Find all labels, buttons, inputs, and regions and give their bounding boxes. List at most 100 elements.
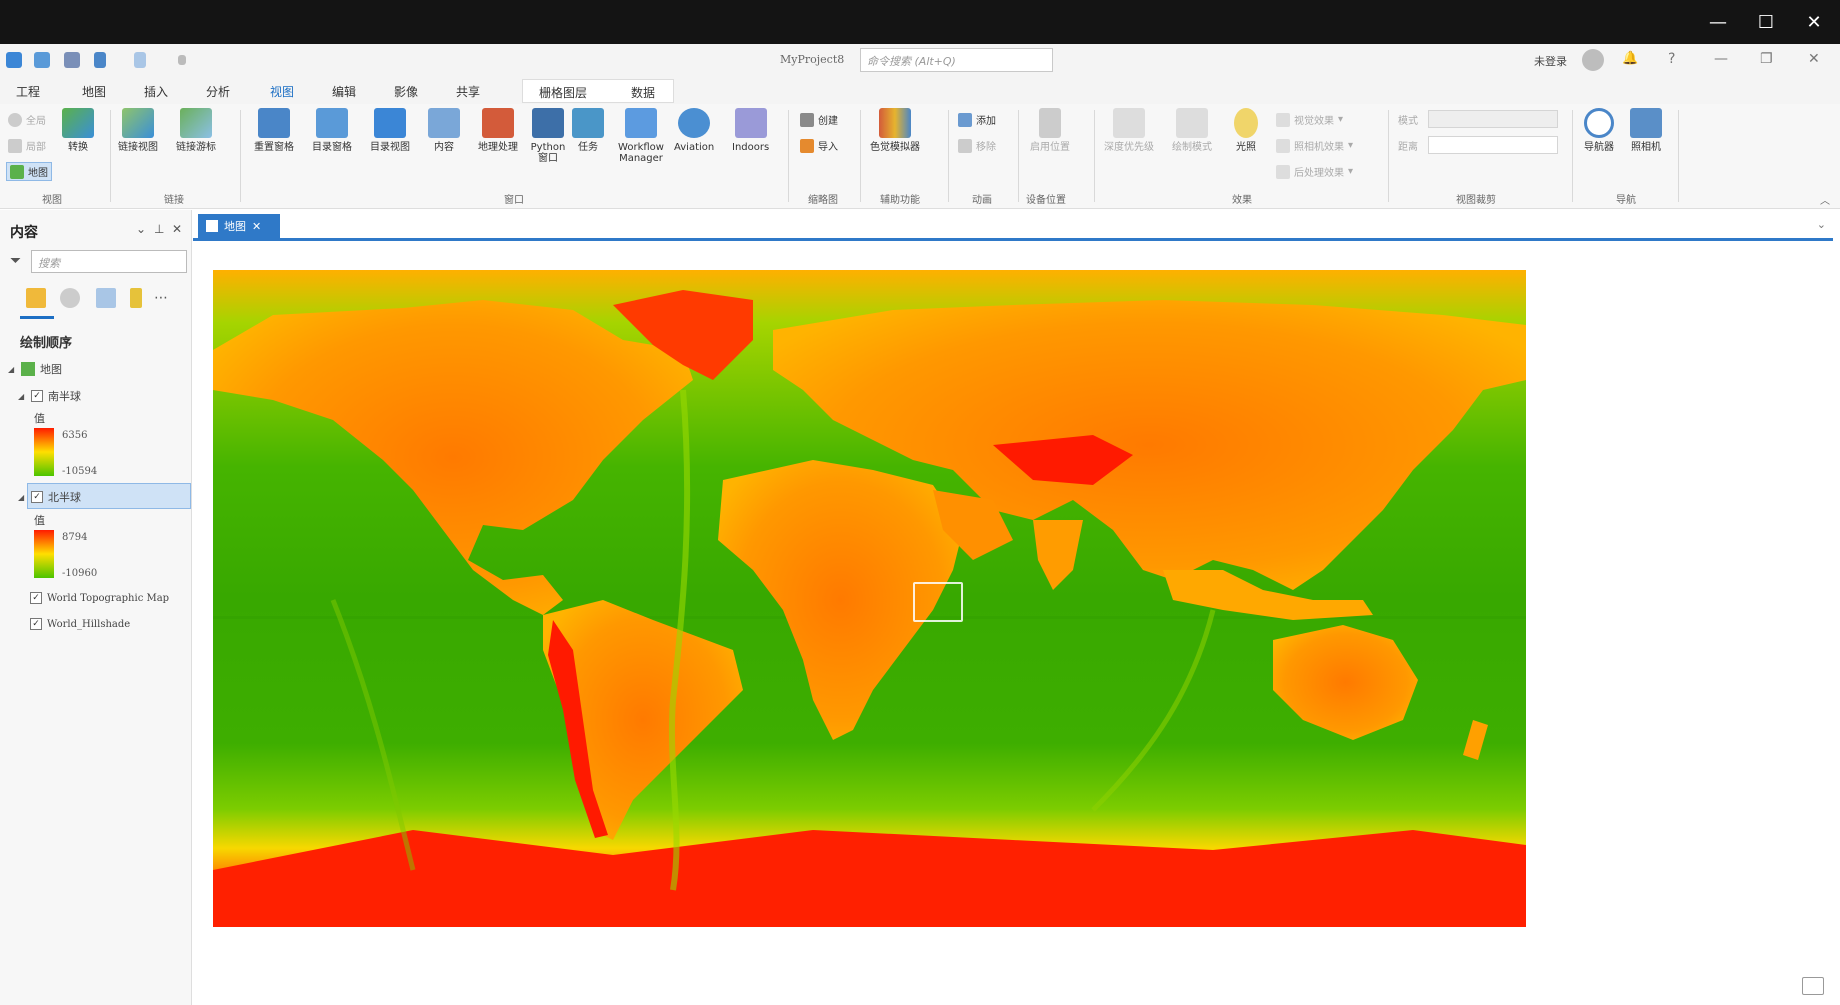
legend-value-label: 值 [34, 514, 45, 527]
expand-arrow-icon[interactable]: ◢ [8, 365, 16, 374]
thumbnail-create-button[interactable]: 创建 [800, 112, 838, 127]
notification-bell-icon[interactable]: 🔔 [1622, 51, 1638, 66]
pin-icon[interactable]: ⊥ [154, 222, 164, 236]
contents-search-input[interactable]: 搜索 [31, 250, 187, 273]
expand-arrow-icon[interactable]: ◢ [18, 493, 26, 502]
tab-map-view[interactable]: 地图 ✕ [198, 214, 280, 238]
tab-imagery[interactable]: 影像 [394, 83, 418, 100]
aviation-button[interactable]: Aviation [674, 108, 714, 153]
map-tools-icon[interactable] [1802, 977, 1824, 995]
tab-share[interactable]: 共享 [456, 83, 480, 100]
global-view-button[interactable]: 全局 [8, 112, 46, 127]
lighting-button[interactable]: 光照 [1234, 108, 1258, 153]
command-search-input[interactable]: 命令搜索 (Alt+Q) [860, 48, 1053, 72]
tab-project[interactable]: 工程 [16, 83, 40, 100]
new-project-icon[interactable] [6, 52, 22, 68]
contents-button[interactable]: 内容 [428, 108, 460, 153]
tab-map[interactable]: 地图 [82, 83, 106, 100]
post-process-effects-button[interactable]: 后处理效果 ▾ [1276, 164, 1353, 179]
camera-effects-button[interactable]: 照相机效果 ▾ [1276, 138, 1353, 153]
app-close-button[interactable]: ✕ [1808, 51, 1820, 67]
data-source-icon[interactable] [60, 288, 80, 308]
pane-close-icon[interactable]: ✕ [172, 222, 182, 236]
window-close-button[interactable]: ✕ [1790, 0, 1838, 44]
geoprocessing-button[interactable]: 地理处理 [478, 108, 518, 153]
layer-visibility-checkbox[interactable]: ✓ [31, 491, 43, 503]
tab-edit[interactable]: 编辑 [332, 83, 356, 100]
camera-button[interactable]: 照相机 [1630, 108, 1662, 153]
undo-icon[interactable] [94, 52, 106, 68]
create-icon [800, 112, 814, 127]
expand-arrow-icon[interactable]: ◢ [18, 392, 26, 401]
ribbon: 全局 局部 地图 转换 视图 链接视图 链接游标 链接 重置窗格 目录窗格 目录… [0, 104, 1840, 209]
layer-visibility-checkbox[interactable]: ✓ [30, 618, 42, 630]
convert-icon [62, 108, 94, 138]
user-name[interactable]: 未登录 [1534, 53, 1567, 69]
animation-remove-button[interactable]: 移除 [958, 138, 996, 153]
avatar[interactable] [1582, 49, 1604, 71]
catalog-view-button[interactable]: 目录视图 [370, 108, 410, 153]
quick-access-bar: MyProject8 命令搜索 (Alt+Q) 未登录 🔔 ? — ❐ ✕ [0, 44, 1840, 77]
app-minimize-button[interactable]: — [1714, 51, 1728, 67]
tab-analysis[interactable]: 分析 [206, 83, 230, 100]
draw-mode-button[interactable]: 绘制模式 [1172, 108, 1212, 153]
toc-layer-northern[interactable]: ◢ ✓ 北半球 [18, 489, 81, 505]
tab-raster-layer[interactable]: 栅格图层 [539, 84, 587, 101]
map-canvas[interactable] [213, 270, 1526, 927]
indoors-button[interactable]: Indoors [732, 108, 769, 153]
toc-layer-topographic[interactable]: ✓ World Topographic Map [30, 592, 169, 604]
depth-priority-icon [1113, 108, 1145, 138]
toc-layer-hillshade[interactable]: ✓ World_Hillshade [30, 618, 130, 630]
collapse-ribbon-icon[interactable]: ︿ [1820, 192, 1830, 207]
window-minimize-button[interactable]: — [1694, 0, 1742, 44]
tab-view[interactable]: 视图 [267, 83, 297, 107]
animation-add-button[interactable]: 添加 [958, 112, 996, 127]
clip-distance-input[interactable] [1428, 136, 1558, 154]
group-label-navigation: 导航 [1616, 195, 1636, 206]
draw-order-icon[interactable] [26, 288, 46, 308]
workflow-manager-button[interactable]: Workflow Manager [612, 108, 670, 164]
toc-map-row[interactable]: ◢ 地图 [8, 361, 62, 377]
help-button[interactable]: ? [1668, 51, 1675, 67]
local-view-button[interactable]: 局部 [8, 138, 46, 153]
toc-layer-southern[interactable]: ◢ ✓ 南半球 [18, 388, 81, 404]
catalog-pane-button[interactable]: 目录窗格 [312, 108, 352, 153]
ribbon-tabs: 工程 地图 插入 分析 视图 编辑 影像 共享 栅格图层 数据 [0, 77, 1840, 107]
save-icon[interactable] [64, 52, 80, 68]
window-maximize-button[interactable]: ☐ [1742, 0, 1790, 44]
color-vision-simulator-button[interactable]: 色觉模拟器 [870, 108, 920, 153]
view-dropdown-icon[interactable]: ⌄ [1817, 218, 1826, 231]
visual-effects-button[interactable]: 视觉效果 ▾ [1276, 112, 1343, 127]
thumbnail-import-button[interactable]: 导入 [800, 138, 838, 153]
link-views-button[interactable]: 链接视图 [118, 108, 158, 153]
python-window-button[interactable]: Python 窗口 [528, 108, 568, 164]
redo-icon[interactable] [134, 52, 146, 68]
enable-location-button[interactable]: 启用位置 [1030, 108, 1070, 153]
link-cursor-button[interactable]: 链接游标 [176, 108, 216, 153]
open-project-icon[interactable] [34, 52, 50, 68]
pane-options-icon[interactable]: ⌄ [136, 222, 146, 236]
group-separator [1572, 110, 1573, 202]
clip-mode-select[interactable] [1428, 110, 1558, 128]
layer-visibility-checkbox[interactable]: ✓ [31, 390, 43, 402]
selection-icon[interactable] [96, 288, 116, 308]
editing-icon[interactable] [130, 288, 142, 308]
group-label-accessibility: 辅助功能 [880, 195, 920, 206]
color-vision-icon [879, 108, 911, 138]
convert-button[interactable]: 转换 [62, 108, 94, 153]
visual-effects-icon [1276, 112, 1290, 127]
map-view-button[interactable]: 地图 [6, 162, 52, 181]
tasks-button[interactable]: 任务 [572, 108, 604, 153]
filter-icon[interactable]: ⏷ [10, 253, 21, 269]
layer-visibility-checkbox[interactable]: ✓ [30, 592, 42, 604]
navigator-button[interactable]: 导航器 [1584, 108, 1614, 153]
reset-panes-button[interactable]: 重置窗格 [254, 108, 294, 153]
app-restore-button[interactable]: ❐ [1760, 51, 1773, 67]
depth-priority-button[interactable]: 深度优先级 [1104, 108, 1154, 153]
tab-insert[interactable]: 插入 [144, 83, 168, 100]
map-tab-close-icon[interactable]: ✕ [252, 220, 261, 233]
customize-icon[interactable] [178, 55, 186, 65]
legend-max-value: 8794 [62, 532, 88, 543]
more-options-icon[interactable]: ⋯ [154, 290, 168, 306]
tab-data[interactable]: 数据 [631, 84, 655, 101]
